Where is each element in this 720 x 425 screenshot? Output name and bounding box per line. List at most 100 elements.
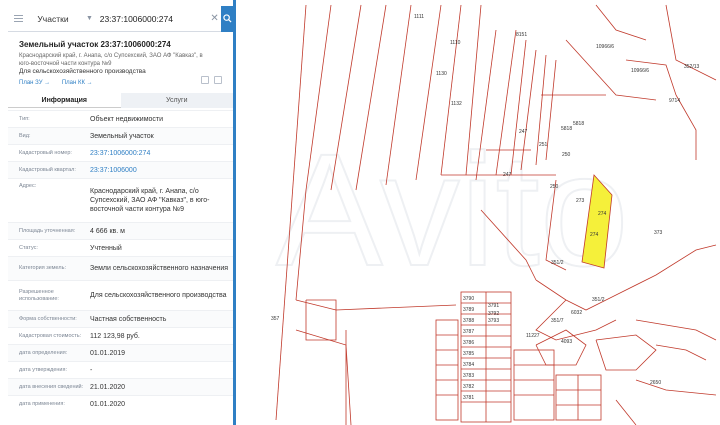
close-icon[interactable]: ✕	[208, 13, 222, 24]
map-canvas[interactable]: Avito 1111 1110 1130 8151 1132 10966/6 1…	[236, 0, 720, 425]
plan-kk-link[interactable]: План КК →	[62, 80, 93, 86]
plot-label: 2650	[650, 380, 661, 386]
plot-label: 351/7	[551, 318, 564, 324]
plot-label: 10966/6	[596, 44, 614, 50]
row-value: Объект недвижимости	[90, 115, 164, 123]
object-title: Земельный участок 23:37:1006000:274	[19, 40, 171, 49]
table-row: дата внесения сведений: 21.01.2020	[8, 378, 233, 395]
row-label: дата утверждения:	[19, 366, 68, 373]
plot-label: 1111	[414, 14, 424, 20]
info-table: Тип: Объект недвижимости Вид: Земельный …	[8, 110, 233, 412]
plot-label: 1132	[451, 101, 462, 107]
row-value: Для сельскохозяйственного производства	[90, 292, 227, 299]
plot-label: 3793	[488, 318, 499, 324]
table-row: дата утверждения: -	[8, 361, 233, 378]
row-label: Категория земель:	[19, 265, 67, 271]
table-row: Категория земель: Земли сельскохозяйстве…	[8, 256, 233, 280]
row-label: дата определения:	[19, 349, 68, 356]
plot-label: 3788	[463, 318, 474, 324]
share-icon[interactable]	[214, 76, 222, 84]
copy-icon[interactable]	[201, 76, 209, 84]
search-input[interactable]	[99, 13, 208, 24]
row-value: Земли сельскохозяйственного назначения	[90, 265, 229, 272]
plot-label: 250	[562, 152, 571, 158]
cadastral-number-link[interactable]: 23:37:1006000:274	[90, 148, 233, 159]
table-row: Площадь уточненная: 4 666 кв. м	[8, 222, 233, 239]
plan-zu-link[interactable]: План ЗУ →	[19, 80, 50, 86]
row-value: Частная собственность	[90, 315, 167, 323]
plot-label: 352/13	[684, 64, 700, 70]
table-row: дата определения: 01.01.2019	[8, 344, 233, 361]
plot-label: 274	[598, 211, 607, 217]
plot-label: 5818	[573, 121, 584, 127]
plot-label: 3787	[463, 329, 474, 335]
row-label: Площадь уточненная:	[19, 227, 76, 234]
table-row: Адрес: Краснодарский край, г. Анапа, с/о…	[8, 178, 233, 222]
table-row: Кадастровая стоимость: 112 123,98 руб.	[8, 327, 233, 344]
row-value: -	[90, 366, 93, 374]
plot-label: 351/2	[592, 297, 605, 303]
object-address: Краснодарский край, г. Анапа, с/о Супсех…	[19, 53, 203, 67]
plan-links: План ЗУ → План КК →	[19, 80, 103, 86]
plot-label: 3782	[463, 384, 474, 390]
tab-bar: Информация Услуги	[8, 93, 233, 108]
plot-label: 1130	[436, 71, 447, 77]
plot-label: 11227	[526, 333, 540, 339]
plot-label: 8151	[516, 32, 527, 38]
row-value: 21.01.2020	[90, 383, 126, 391]
info-panel: Участки ▼ ✕ Земельный участок 23:37:1006…	[0, 0, 236, 425]
plot-label: 1110	[450, 40, 461, 46]
chevron-down-icon[interactable]: ▼	[86, 15, 98, 22]
table-row: дата применения: 01.01.2020	[8, 395, 233, 412]
row-value: 01.01.2020	[90, 400, 126, 408]
plot-label: 3781	[463, 395, 474, 401]
tab-information[interactable]: Информация	[8, 93, 121, 108]
table-row: Вид: Земельный участок	[8, 127, 233, 144]
plot-label: 250	[550, 184, 559, 190]
row-value: 112 123,98 руб.	[90, 332, 140, 340]
row-label: Статус:	[19, 244, 38, 251]
plot-label: 357	[271, 316, 280, 322]
plot-label: 3785	[463, 351, 474, 357]
row-value: Учтенный	[90, 244, 122, 252]
row-label: Адрес:	[19, 183, 37, 189]
tab-services[interactable]: Услуги	[121, 93, 234, 108]
cadastral-quarter-link[interactable]: 23:37:1006000	[90, 165, 233, 176]
plot-label: 3786	[463, 340, 474, 346]
plot-label: 251	[539, 142, 548, 148]
plot-label: 3789	[463, 307, 474, 313]
row-label: дата внесения сведений:	[19, 383, 84, 390]
row-value: 01.01.2019	[90, 349, 126, 357]
row-label: Форма собственности:	[19, 315, 77, 322]
plot-label: 3790	[463, 296, 474, 302]
row-value: Краснодарский край, г. Анапа, с/о Супсех…	[90, 188, 210, 213]
table-row: Форма собственности: Частная собственнос…	[8, 310, 233, 327]
plot-label: 3783	[463, 373, 474, 379]
plot-label: 373	[654, 230, 663, 236]
row-value: Земельный участок	[90, 132, 154, 140]
table-row: Статус: Учтенный	[8, 239, 233, 256]
category-select[interactable]: Участки	[37, 14, 86, 24]
table-row: Кадастровый квартал: 23:37:1006000	[8, 161, 233, 178]
row-label: Разрешенное использование:	[19, 288, 59, 302]
row-label: Кадастровая стоимость:	[19, 332, 82, 339]
table-row: Кадастровый номер: 23:37:1006000:274	[8, 144, 233, 161]
menu-icon[interactable]	[8, 6, 29, 32]
row-label: Кадастровый квартал:	[19, 166, 76, 173]
watermark: Avito	[276, 120, 629, 299]
plot-label: 5818	[561, 126, 572, 132]
plot-label: 247	[503, 172, 512, 178]
cadastral-map[interactable]: Avito 1111 1110 1130 8151 1132 10966/6 1…	[236, 0, 720, 425]
plot-label: 6032	[571, 310, 582, 316]
table-row: Тип: Объект недвижимости	[8, 110, 233, 127]
plot-label: 247	[519, 129, 528, 135]
plot-label: 10966/6	[631, 68, 649, 74]
plot-label: 3792	[488, 311, 499, 317]
row-label: Кадастровый номер:	[19, 149, 72, 156]
plot-label: 273	[576, 198, 585, 204]
row-value: 4 666 кв. м	[90, 227, 125, 235]
row-label: Вид:	[19, 132, 31, 139]
search-icon	[222, 14, 232, 23]
plot-label: 3784	[463, 362, 474, 368]
search-button[interactable]	[221, 5, 234, 32]
